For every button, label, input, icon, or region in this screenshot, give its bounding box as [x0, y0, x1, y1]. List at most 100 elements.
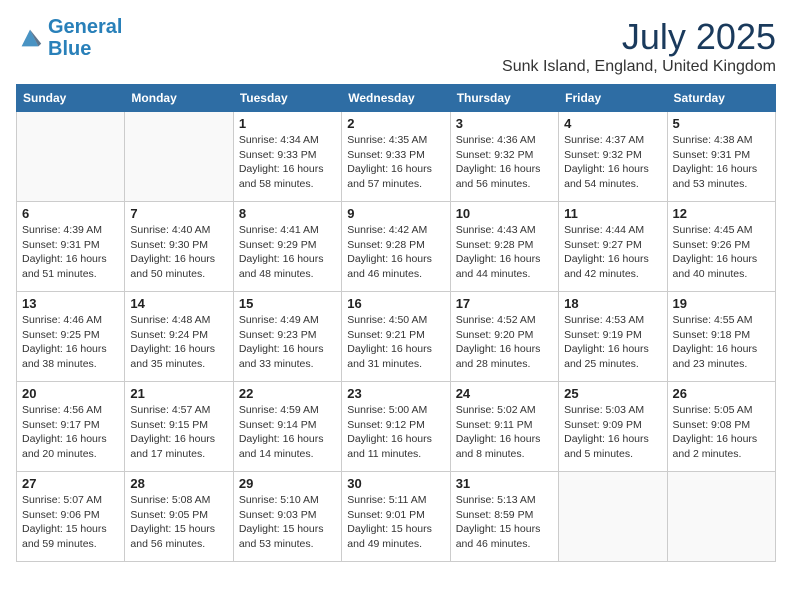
day-info: Sunrise: 4:36 AMSunset: 9:32 PMDaylight:… [456, 133, 553, 192]
logo: General Blue [16, 16, 122, 60]
day-number: 9 [347, 206, 444, 221]
day-number: 7 [130, 206, 227, 221]
day-info: Sunrise: 4:40 AMSunset: 9:30 PMDaylight:… [130, 223, 227, 282]
day-number: 25 [564, 386, 661, 401]
day-info: Sunrise: 4:53 AMSunset: 9:19 PMDaylight:… [564, 313, 661, 372]
day-number: 14 [130, 296, 227, 311]
day-number: 28 [130, 476, 227, 491]
day-info: Sunrise: 4:34 AMSunset: 9:33 PMDaylight:… [239, 133, 336, 192]
calendar-cell: 20 Sunrise: 4:56 AMSunset: 9:17 PMDayligh… [17, 382, 125, 472]
logo-text: General Blue [48, 16, 122, 60]
day-number: 30 [347, 476, 444, 491]
day-number: 27 [22, 476, 119, 491]
day-info: Sunrise: 4:38 AMSunset: 9:31 PMDaylight:… [673, 133, 770, 192]
week-row-4: 20 Sunrise: 4:56 AMSunset: 9:17 PMDayligh… [17, 382, 776, 472]
day-info: Sunrise: 5:07 AMSunset: 9:06 PMDaylight:… [22, 493, 119, 552]
day-info: Sunrise: 4:56 AMSunset: 9:17 PMDaylight:… [22, 403, 119, 462]
calendar-cell [559, 472, 667, 562]
day-info: Sunrise: 4:49 AMSunset: 9:23 PMDaylight:… [239, 313, 336, 372]
calendar-cell: 3 Sunrise: 4:36 AMSunset: 9:32 PMDaylight… [450, 112, 558, 202]
day-info: Sunrise: 5:00 AMSunset: 9:12 PMDaylight:… [347, 403, 444, 462]
week-row-3: 13Sunrise: 4:46 AMSunset: 9:25 PMDayligh… [17, 292, 776, 382]
day-info: Sunrise: 4:50 AMSunset: 9:21 PMDaylight:… [347, 313, 444, 372]
calendar-cell: 10Sunrise: 4:43 AMSunset: 9:28 PMDayligh… [450, 202, 558, 292]
title-block: July 2025 Sunk Island, England, United K… [502, 16, 776, 76]
calendar-cell: 2Sunrise: 4:35 AMSunset: 9:33 PMDaylight… [342, 112, 450, 202]
day-number: 19 [673, 296, 770, 311]
day-info: Sunrise: 5:08 AMSunset: 9:05 PMDaylight:… [130, 493, 227, 552]
week-row-1: 1 Sunrise: 4:34 AMSunset: 9:33 PMDaylight… [17, 112, 776, 202]
day-info: Sunrise: 4:43 AMSunset: 9:28 PMDaylight:… [456, 223, 553, 282]
day-number: 17 [456, 296, 553, 311]
calendar-cell: 15 Sunrise: 4:49 AMSunset: 9:23 PMDayligh… [233, 292, 341, 382]
calendar-cell: 19 Sunrise: 4:55 AMSunset: 9:18 PMDayligh… [667, 292, 775, 382]
calendar-cell: 16 Sunrise: 4:50 AMSunset: 9:21 PMDayligh… [342, 292, 450, 382]
day-info: Sunrise: 5:11 AMSunset: 9:01 PMDaylight:… [347, 493, 444, 552]
calendar-cell: 13Sunrise: 4:46 AMSunset: 9:25 PMDayligh… [17, 292, 125, 382]
day-info: Sunrise: 5:03 AMSunset: 9:09 PMDaylight:… [564, 403, 661, 462]
day-number: 31 [456, 476, 553, 491]
day-info: Sunrise: 4:45 AMSunset: 9:26 PMDaylight:… [673, 223, 770, 282]
week-row-2: 6 Sunrise: 4:39 AMSunset: 9:31 PMDaylight… [17, 202, 776, 292]
header-row: SundayMondayTuesdayWednesdayThursdayFrid… [17, 85, 776, 112]
day-number: 20 [22, 386, 119, 401]
day-info: Sunrise: 4:39 AMSunset: 9:31 PMDaylight:… [22, 223, 119, 282]
calendar-cell [17, 112, 125, 202]
day-number: 18 [564, 296, 661, 311]
day-header-tuesday: Tuesday [233, 85, 341, 112]
calendar-cell: 26 Sunrise: 5:05 AMSunset: 9:08 PMDayligh… [667, 382, 775, 472]
week-row-5: 27 Sunrise: 5:07 AMSunset: 9:06 PMDayligh… [17, 472, 776, 562]
day-header-thursday: Thursday [450, 85, 558, 112]
day-number: 16 [347, 296, 444, 311]
main-title: July 2025 [502, 16, 776, 58]
calendar-cell: 24 Sunrise: 5:02 AMSunset: 9:11 PMDayligh… [450, 382, 558, 472]
calendar-cell: 31Sunrise: 5:13 AMSunset: 8:59 PMDayligh… [450, 472, 558, 562]
calendar-cell: 29 Sunrise: 5:10 AMSunset: 9:03 PMDayligh… [233, 472, 341, 562]
calendar-cell: 6 Sunrise: 4:39 AMSunset: 9:31 PMDaylight… [17, 202, 125, 292]
subtitle: Sunk Island, England, United Kingdom [502, 58, 776, 76]
calendar-cell: 14 Sunrise: 4:48 AMSunset: 9:24 PMDayligh… [125, 292, 233, 382]
day-header-wednesday: Wednesday [342, 85, 450, 112]
day-number: 21 [130, 386, 227, 401]
page-header: General Blue July 2025 Sunk Island, Engl… [16, 16, 776, 76]
day-info: Sunrise: 5:10 AMSunset: 9:03 PMDaylight:… [239, 493, 336, 552]
calendar-cell: 11Sunrise: 4:44 AMSunset: 9:27 PMDayligh… [559, 202, 667, 292]
calendar-cell: 9Sunrise: 4:42 AMSunset: 9:28 PMDaylight… [342, 202, 450, 292]
day-info: Sunrise: 4:48 AMSunset: 9:24 PMDaylight:… [130, 313, 227, 372]
day-number: 24 [456, 386, 553, 401]
day-header-sunday: Sunday [17, 85, 125, 112]
day-info: Sunrise: 4:55 AMSunset: 9:18 PMDaylight:… [673, 313, 770, 372]
calendar-cell: 4 Sunrise: 4:37 AMSunset: 9:32 PMDaylight… [559, 112, 667, 202]
day-number: 6 [22, 206, 119, 221]
day-number: 15 [239, 296, 336, 311]
day-info: Sunrise: 4:59 AMSunset: 9:14 PMDaylight:… [239, 403, 336, 462]
calendar-cell: 8Sunrise: 4:41 AMSunset: 9:29 PMDaylight… [233, 202, 341, 292]
day-header-saturday: Saturday [667, 85, 775, 112]
day-number: 1 [239, 116, 336, 131]
day-header-monday: Monday [125, 85, 233, 112]
calendar-cell: 1 Sunrise: 4:34 AMSunset: 9:33 PMDaylight… [233, 112, 341, 202]
day-number: 3 [456, 116, 553, 131]
day-number: 22 [239, 386, 336, 401]
day-info: Sunrise: 4:46 AMSunset: 9:25 PMDaylight:… [22, 313, 119, 372]
calendar-cell: 5 Sunrise: 4:38 AMSunset: 9:31 PMDaylight… [667, 112, 775, 202]
calendar-cell: 7 Sunrise: 4:40 AMSunset: 9:30 PMDaylight… [125, 202, 233, 292]
day-info: Sunrise: 4:37 AMSunset: 9:32 PMDaylight:… [564, 133, 661, 192]
calendar-cell [125, 112, 233, 202]
day-info: Sunrise: 4:44 AMSunset: 9:27 PMDaylight:… [564, 223, 661, 282]
day-info: Sunrise: 5:05 AMSunset: 9:08 PMDaylight:… [673, 403, 770, 462]
calendar-cell: 25 Sunrise: 5:03 AMSunset: 9:09 PMDayligh… [559, 382, 667, 472]
calendar-cell: 27 Sunrise: 5:07 AMSunset: 9:06 PMDayligh… [17, 472, 125, 562]
calendar-cell: 21 Sunrise: 4:57 AMSunset: 9:15 PMDayligh… [125, 382, 233, 472]
day-number: 4 [564, 116, 661, 131]
calendar-cell: 23Sunrise: 5:00 AMSunset: 9:12 PMDayligh… [342, 382, 450, 472]
day-info: Sunrise: 4:52 AMSunset: 9:20 PMDaylight:… [456, 313, 553, 372]
day-number: 5 [673, 116, 770, 131]
calendar-cell: 22 Sunrise: 4:59 AMSunset: 9:14 PMDayligh… [233, 382, 341, 472]
day-number: 26 [673, 386, 770, 401]
day-number: 29 [239, 476, 336, 491]
day-info: Sunrise: 4:57 AMSunset: 9:15 PMDaylight:… [130, 403, 227, 462]
day-info: Sunrise: 5:02 AMSunset: 9:11 PMDaylight:… [456, 403, 553, 462]
day-header-friday: Friday [559, 85, 667, 112]
day-info: Sunrise: 4:35 AMSunset: 9:33 PMDaylight:… [347, 133, 444, 192]
